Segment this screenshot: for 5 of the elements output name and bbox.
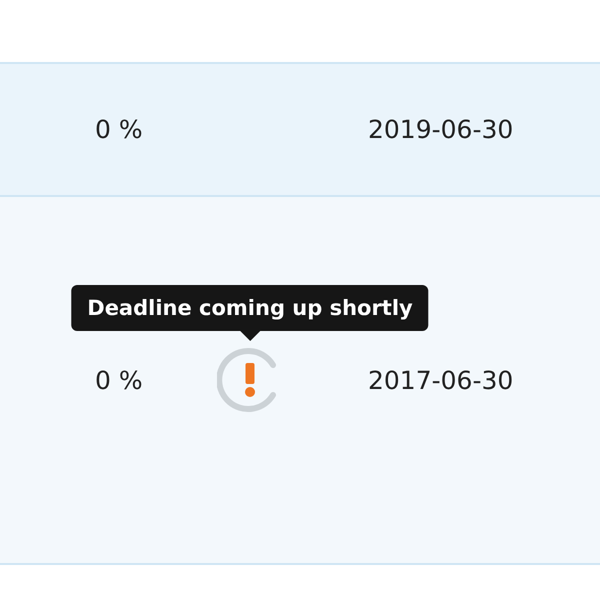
date-value: 2019-06-30	[367, 115, 514, 144]
tooltip-text: Deadline coming up shortly	[87, 296, 413, 320]
progress-value: 0 %	[95, 115, 144, 144]
progress-value: 0 %	[95, 366, 144, 394]
date-value: 2017-06-30	[367, 366, 514, 394]
